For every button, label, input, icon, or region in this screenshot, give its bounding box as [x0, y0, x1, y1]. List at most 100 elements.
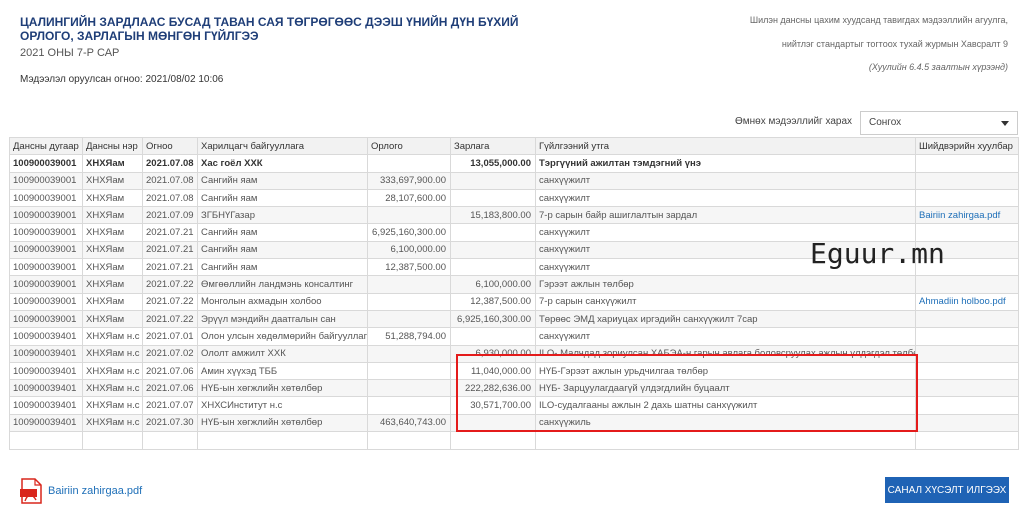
- date-cell: 2021.07.09: [142, 206, 198, 225]
- table-header-row: Дансны дугаар Дансны нэр Огноо Харилцагч…: [9, 136, 1019, 156]
- decision-copy-cell: [915, 309, 1019, 329]
- col-header-account-name[interactable]: Дансны нэр: [82, 136, 143, 156]
- description-cell: Тэргүүний ажилтан тэмдэгний үнэ: [535, 154, 916, 173]
- income-cell: [367, 396, 451, 415]
- account-cell: 100900039401: [9, 379, 83, 398]
- col-header-income[interactable]: Орлого: [367, 136, 451, 156]
- date-cell: 2021.07.08: [142, 171, 198, 190]
- account-cell: 100900039001: [9, 258, 83, 277]
- account-cell: 100900039001: [9, 188, 83, 208]
- col-header-expense[interactable]: Зарлага: [450, 136, 536, 156]
- submit-feedback-button[interactable]: САНАЛ ХҮСЭЛТ ИЛГЭЭХ: [885, 477, 1009, 503]
- col-header-counterparty[interactable]: Харилцагч байгууллага: [197, 136, 368, 156]
- date-cell: 2021.07.21: [142, 240, 198, 260]
- decision-copy-cell: [915, 171, 1019, 190]
- account-name-cell: ХНХЯам н.с: [82, 379, 143, 398]
- expense-cell: 6,930,000.00: [450, 344, 536, 363]
- counterparty-cell: Сангийн яам: [197, 223, 368, 242]
- counterparty-cell: ХНХСИнститут н.с: [197, 396, 368, 415]
- expense-cell: 6,100,000.00: [450, 275, 536, 294]
- date-cell: 2021.07.06: [142, 379, 198, 398]
- account-cell: 100900039401: [9, 361, 83, 381]
- description-cell: санхүүжилт: [535, 171, 916, 190]
- previous-info-label: Өмнөх мэдээллийг харах: [735, 116, 853, 127]
- col-header-decision-copy[interactable]: Шийдвэрийн хуулбар: [915, 136, 1019, 156]
- description-cell: ILO-судалгааны ажлын 2 дахь шатны санхүү…: [535, 396, 916, 415]
- account-cell: 100900039401: [9, 396, 83, 415]
- account-name-cell: ХНХЯам: [82, 188, 143, 208]
- counterparty-cell: Ололт амжилт ХХК: [197, 344, 368, 363]
- decision-copy-link[interactable]: Bairiin zahirgaa.pdf: [919, 210, 1000, 221]
- expense-cell: 13,055,000.00: [450, 154, 536, 173]
- date-cell: 2021.07.22: [142, 275, 198, 294]
- table-row: 100900039001 ХНХЯам 2021.07.08 Сангийн яам 3…: [9, 171, 1019, 190]
- table-row-empty: [9, 431, 1019, 451]
- pdf-link[interactable]: Bairiin zahirgaa.pdf: [48, 485, 142, 497]
- col-header-account[interactable]: Дансны дугаар: [9, 136, 83, 156]
- decision-copy-cell: [915, 275, 1019, 294]
- date-cell: 2021.07.08: [142, 188, 198, 208]
- account-cell: 100900039001: [9, 292, 83, 311]
- pdf-attachment[interactable]: Bairiin zahirgaa.pdf: [20, 478, 142, 504]
- select-value: Сонгох: [869, 117, 902, 128]
- income-cell: [367, 292, 451, 311]
- account-name-cell: ХНХЯам: [82, 275, 143, 294]
- counterparty-cell: Эрүүл мэндийн даатгалын сан: [197, 309, 368, 329]
- table-row: 100900039001 ХНХЯам 2021.07.09 ЗГБНҮГазар 15…: [9, 206, 1019, 225]
- counterparty-cell: Өмгөөллийн ландмэнь консалтинг: [197, 275, 368, 294]
- income-cell: [367, 206, 451, 225]
- decision-copy-cell: [915, 188, 1019, 208]
- decision-copy-cell: [915, 344, 1019, 363]
- decision-copy-cell: [915, 396, 1019, 415]
- table-row: 100900039001 ХНХЯам 2021.07.22 Эрүүл мэндий…: [9, 309, 1019, 329]
- account-name-cell: ХНХЯам н.с: [82, 396, 143, 415]
- expense-cell: 15,183,800.00: [450, 206, 536, 225]
- transactions-table: Дансны дугаар Дансны нэр Огноо Харилцагч…: [9, 136, 1019, 451]
- account-name-cell: ХНХЯам н.с: [82, 413, 143, 433]
- income-cell: 51,288,794.00: [367, 327, 451, 346]
- description-cell: Гэрээт ажлын төлбөр: [535, 275, 916, 294]
- counterparty-cell: Олон улсын хөдөлмөрийн байгууллага: [197, 327, 368, 346]
- col-header-date[interactable]: Огноо: [142, 136, 198, 156]
- decision-copy-cell: [915, 361, 1019, 381]
- regulation-note-line2: нийтлэг стандартыг тогтоох тухай журмын …: [781, 39, 1008, 49]
- expense-cell: [450, 223, 536, 242]
- income-cell: 333,697,900.00: [367, 171, 451, 190]
- expense-cell: 222,282,636.00: [450, 379, 536, 398]
- account-cell: 100900039001: [9, 240, 83, 260]
- empty-cell: [535, 431, 916, 451]
- account-cell: 100900039001: [9, 171, 83, 190]
- counterparty-cell: Сангийн яам: [197, 171, 368, 190]
- table-row: 100900039001 ХНХЯам 2021.07.22 Монголын ахм…: [9, 292, 1019, 311]
- counterparty-cell: Сангийн яам: [197, 188, 368, 208]
- expense-cell: [450, 258, 536, 277]
- decision-copy-cell: [915, 413, 1019, 433]
- account-cell: 100900039001: [9, 206, 83, 225]
- date-cell: 2021.07.06: [142, 361, 198, 381]
- account-name-cell: ХНХЯам: [82, 258, 143, 277]
- decision-copy-link[interactable]: Ahmadiin holboo.pdf: [919, 296, 1006, 307]
- description-cell: НҮБ- Зарцуулагдаагүй үлдэгдлийн буцаалт: [535, 379, 916, 398]
- empty-cell: [367, 431, 451, 451]
- account-cell: 100900039001: [9, 275, 83, 294]
- previous-info-select[interactable]: Сонгох: [860, 111, 1018, 135]
- col-header-description[interactable]: Гүйлгээний утга: [535, 136, 916, 156]
- counterparty-cell: НҮБ-ын хөгжлийн хөтөлбөр: [197, 379, 368, 398]
- counterparty-cell: НҮБ-ын хөгжлийн хөтөлбөр: [197, 413, 368, 433]
- table-row: 100900039001 ХНХЯам 2021.07.08 Хас гоёл ХХК…: [9, 154, 1019, 173]
- date-cell: 2021.07.21: [142, 223, 198, 242]
- decision-copy-cell: Bairiin zahirgaa.pdf: [915, 206, 1019, 225]
- account-name-cell: ХНХЯам н.с: [82, 361, 143, 381]
- watermark-logo: Eguur.mn: [810, 237, 945, 270]
- income-cell: 6,925,160,300.00: [367, 223, 451, 242]
- expense-cell: [450, 171, 536, 190]
- account-name-cell: ХНХЯам: [82, 240, 143, 260]
- decision-copy-cell: [915, 379, 1019, 398]
- regulation-note-line1: Шилэн дансны цахим хуудсанд тавигдах мэд…: [749, 15, 1008, 25]
- regulation-note-line3: (Хуулийн 6.4.5 заалтын хүрээнд): [868, 62, 1008, 72]
- page-title: ЦАЛИНГИЙН ЗАРДЛААС БУСАД ТАВАН САЯ ТӨГРӨ…: [20, 15, 519, 43]
- date-cell: 2021.07.02: [142, 344, 198, 363]
- empty-cell: [82, 431, 143, 451]
- table-row: 100900039401 ХНХЯам н.с 2021.07.06 Амин хүү…: [9, 361, 1019, 381]
- account-name-cell: ХНХЯам: [82, 309, 143, 329]
